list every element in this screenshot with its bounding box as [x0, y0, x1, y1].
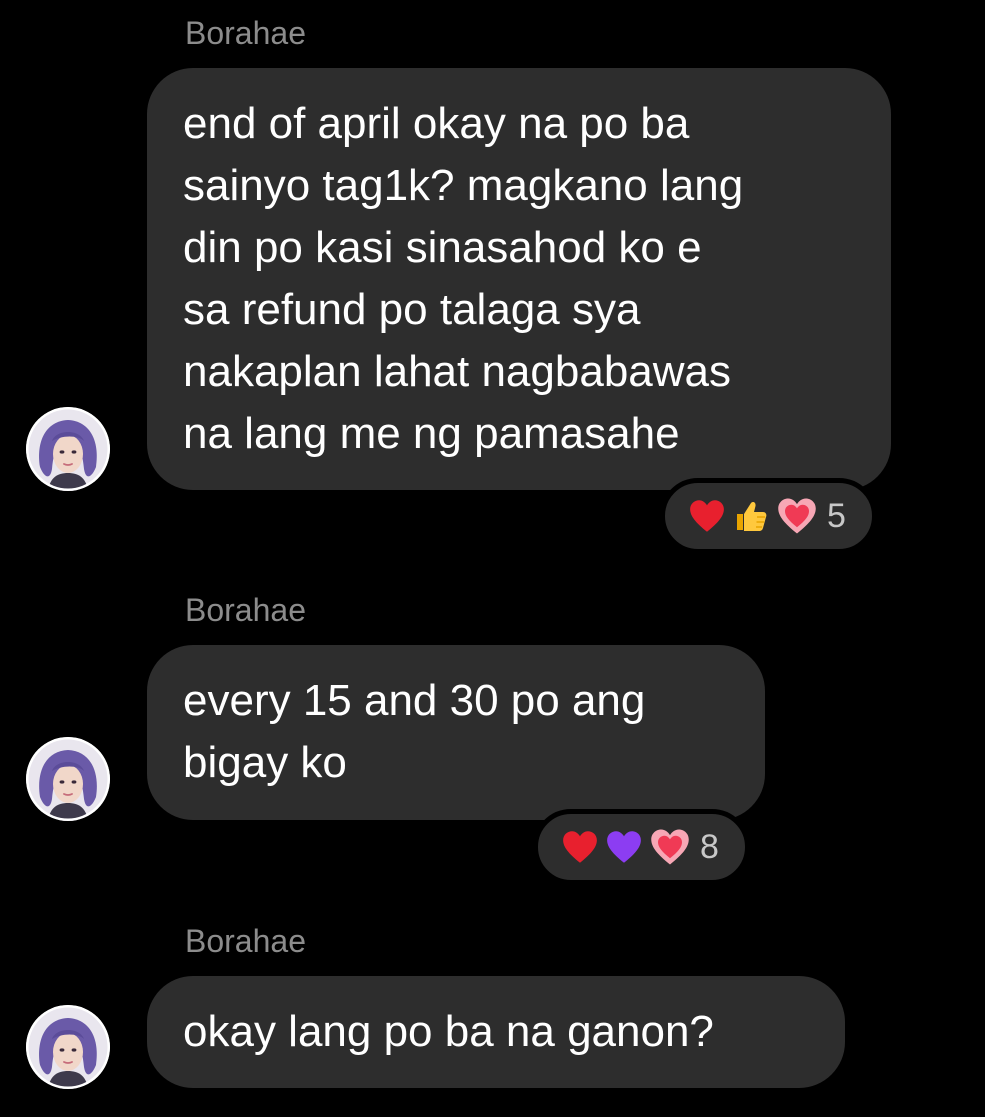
message-bubble[interactable]: end of april okay na po ba sainyo tag1k?…: [147, 68, 891, 490]
reaction-bar[interactable]: 5: [660, 478, 877, 554]
red-heart-icon: [689, 499, 725, 533]
message-text-line: sa refund po talaga sya: [183, 285, 641, 334]
avatar[interactable]: [26, 1005, 110, 1089]
message-text-line: nakaplan lahat nagbabawas: [183, 347, 732, 396]
avatar-image: [26, 407, 110, 491]
message-text-line: bigay ko: [183, 738, 347, 787]
pink-heart-icon: [777, 497, 817, 535]
sender-name: Borahae: [185, 923, 306, 959]
sender-name: Borahae: [185, 15, 306, 51]
reaction-count: 8: [700, 828, 719, 866]
message-text-line: na lang me ng pamasahe: [183, 409, 680, 458]
thumbs-up-icon: [737, 502, 767, 531]
message-text-line: sainyo tag1k? magkano lang: [183, 161, 744, 210]
message-bubble[interactable]: every 15 and 30 po ang bigay ko: [147, 645, 765, 820]
message-bubble[interactable]: okay lang po ba na ganon?: [147, 976, 845, 1088]
reaction-bar[interactable]: 8: [533, 809, 750, 885]
avatar-image: [26, 1005, 110, 1089]
message-text-line: every 15 and 30 po ang: [183, 676, 646, 725]
reaction-count: 5: [827, 497, 846, 535]
message-text-line: end of april okay na po ba: [183, 99, 690, 148]
avatar[interactable]: [26, 407, 110, 491]
avatar-image: [26, 737, 110, 821]
pink-heart-icon: [650, 828, 690, 866]
avatar[interactable]: [26, 737, 110, 821]
purple-heart-icon: [606, 830, 642, 864]
message-text-line: okay lang po ba na ganon?: [183, 1007, 714, 1056]
sender-name: Borahae: [185, 592, 306, 628]
red-heart-icon: [562, 830, 598, 864]
message-text-line: din po kasi sinasahod ko e: [183, 223, 702, 272]
